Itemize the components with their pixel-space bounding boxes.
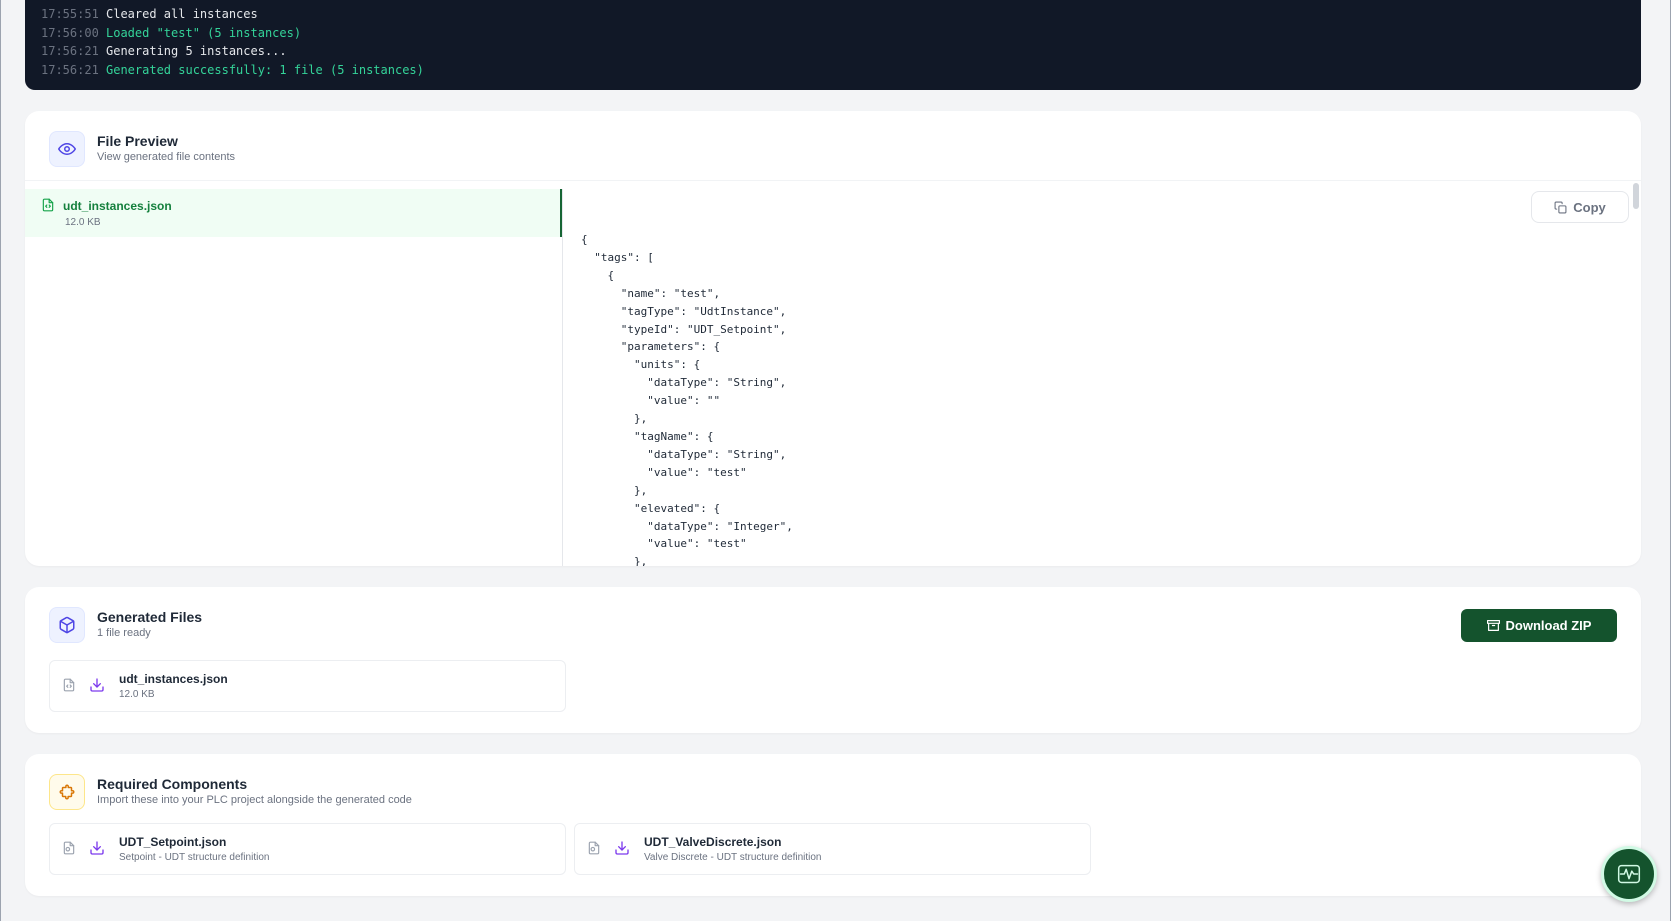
package-icon <box>49 607 85 643</box>
copy-icon <box>1554 201 1567 213</box>
required-components-header: Required Components Import these into yo… <box>49 774 412 810</box>
required-components-card: Required Components Import these into yo… <box>25 754 1641 896</box>
window-border-left <box>0 0 1 921</box>
file-code-icon <box>62 678 76 697</box>
file-preview-title: File Preview <box>97 133 178 149</box>
generated-file-size: 12.0 KB <box>119 689 155 700</box>
log-line: 17:56:00 Loaded "test" (5 instances) <box>41 24 1625 43</box>
generated-file-name: udt_instances.json <box>119 672 228 686</box>
preview-file-list: udt_instances.json 12.0 KB <box>25 189 563 566</box>
log-message: Cleared all instances <box>106 7 258 21</box>
generated-file-row[interactable]: udt_instances.json 12.0 KB <box>49 660 566 712</box>
code-content: { "tags": [ { "name": "test", "tagType":… <box>581 233 793 566</box>
copy-button-label: Copy <box>1573 199 1606 215</box>
log-line: 17:56:21 Generated successfully: 1 file (… <box>41 61 1625 80</box>
copy-button[interactable]: Copy <box>1531 191 1629 223</box>
component-description: Valve Discrete - UDT structure definitio… <box>644 852 822 863</box>
waveform-icon <box>1617 864 1641 884</box>
file-settings-icon <box>62 841 76 860</box>
file-preview-card: File Preview View generated file content… <box>25 111 1641 566</box>
required-components-title: Required Components <box>97 776 248 792</box>
file-preview-header: File Preview View generated file content… <box>49 131 235 167</box>
code-viewer[interactable]: Copy { "tags": [ { "name": "test", "tagT… <box>563 189 1629 566</box>
required-components-subtitle: Import these into your PLC project along… <box>97 794 412 806</box>
component-row[interactable]: UDT_ValveDiscrete.json Valve Discrete - … <box>574 823 1091 875</box>
component-name: UDT_ValveDiscrete.json <box>644 835 782 849</box>
download-icon[interactable] <box>89 840 105 861</box>
code-scrollbar-thumb[interactable] <box>1633 183 1639 209</box>
preview-file-name: udt_instances.json <box>63 199 172 213</box>
log-time: 17:55:51 <box>41 7 99 21</box>
eye-icon <box>49 131 85 167</box>
component-description: Setpoint - UDT structure definition <box>119 852 270 863</box>
log-message: Loaded "test" (5 instances) <box>106 25 302 40</box>
log-message: Generated successfully: 1 file (5 instan… <box>106 62 424 77</box>
generated-files-subtitle: 1 file ready <box>97 627 151 639</box>
file-settings-icon <box>587 841 601 860</box>
download-zip-label: Download ZIP <box>1505 618 1592 633</box>
assistant-fab-button[interactable] <box>1601 846 1657 902</box>
code-scrollbar[interactable] <box>1631 181 1639 566</box>
log-message: Generating 5 instances... <box>106 44 287 58</box>
download-icon[interactable] <box>614 840 630 861</box>
log-time: 17:56:00 <box>41 25 99 40</box>
log-time: 17:56:21 <box>41 62 99 77</box>
log-line: 17:55:51 Cleared all instances <box>41 5 1625 24</box>
log-time: 17:56:21 <box>41 44 99 58</box>
generated-files-header: Generated Files 1 file ready <box>49 607 202 643</box>
download-zip-button[interactable]: Download ZIP <box>1461 609 1617 642</box>
log-line: 17:56:21 Generating 5 instances... <box>41 42 1625 61</box>
log-console: 17:55:51 Cleared all instances 17:56:00 Lo… <box>25 0 1641 90</box>
archive-icon <box>1486 620 1500 631</box>
puzzle-icon <box>49 774 85 810</box>
download-icon[interactable] <box>89 677 105 698</box>
file-code-icon <box>41 198 55 217</box>
divider <box>25 180 1641 181</box>
component-row[interactable]: UDT_Setpoint.json Setpoint - UDT structu… <box>49 823 566 875</box>
generated-files-title: Generated Files <box>97 609 203 625</box>
generated-files-card: Generated Files 1 file ready Download ZI… <box>25 587 1641 733</box>
preview-file-item-selected[interactable]: udt_instances.json 12.0 KB <box>25 189 562 237</box>
component-name: UDT_Setpoint.json <box>119 835 227 849</box>
file-preview-subtitle: View generated file contents <box>97 151 235 163</box>
preview-file-size: 12.0 KB <box>65 217 101 228</box>
